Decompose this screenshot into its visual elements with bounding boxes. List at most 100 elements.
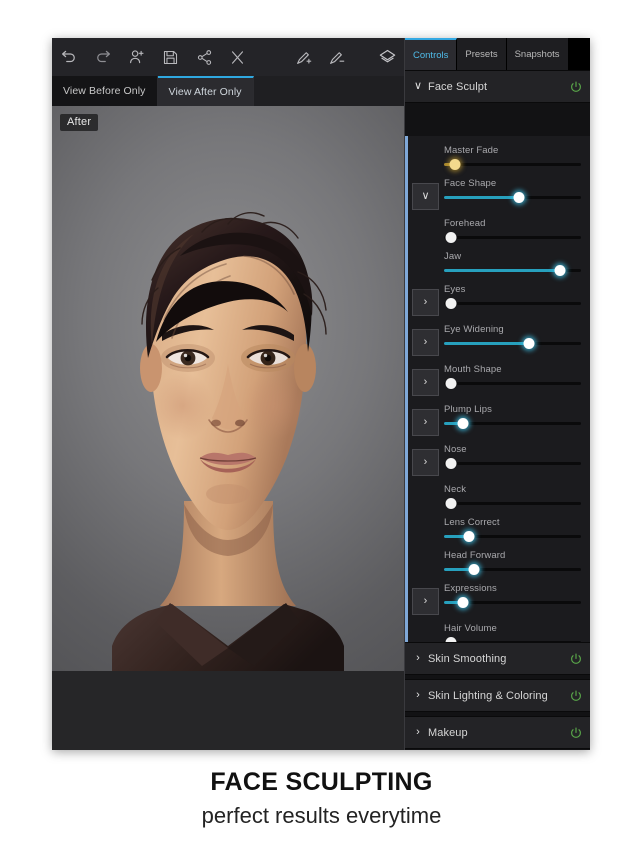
chevron-right-icon-8[interactable]: › [412,449,439,476]
control-row-face-shape: ∨ Face Shape [408,173,590,213]
layers-button[interactable] [370,40,404,74]
control-body: Mouth Shape [444,364,583,389]
chevron-down-icon-1[interactable]: ∨ [412,183,439,210]
control-label: Plump Lips [444,404,492,415]
tab-presets[interactable]: Presets [457,38,507,70]
slider-knob[interactable] [513,192,525,203]
slider-eyes[interactable] [444,298,581,309]
slider-knob[interactable] [445,298,457,309]
control-label: Neck [444,484,467,495]
power-toggle-skin-smoothing[interactable] [569,652,583,666]
control-row-mouth-shape: › Mouth Shape [408,359,590,399]
tab-view-before-only[interactable]: View Before Only [52,76,158,106]
slider-mouth-shape[interactable] [444,378,581,389]
control-row-lens-correct: Lens Correct [408,512,590,545]
slider-knob[interactable] [445,378,457,389]
control-label: Eye Widening [444,324,504,335]
tab-view-after-only[interactable]: View After Only [157,76,254,106]
add-person-button[interactable] [120,40,154,74]
undo-button[interactable] [52,40,86,74]
slider-fill [444,342,529,345]
section-header-face-sculpt[interactable]: ∨ Face Sculpt [405,70,590,103]
slider-knob[interactable] [554,265,566,276]
slider-knob[interactable] [523,338,535,349]
chevron-right-icon-5[interactable]: › [412,329,439,356]
chevron-right-icon: › [416,689,420,701]
slider-plump-lips[interactable] [444,418,581,429]
section-skin-smoothing[interactable]: › Skin Smoothing [405,642,590,675]
slider-knob[interactable] [457,418,469,429]
power-toggle-face-sculpt[interactable] [569,80,583,94]
chevron-right-icon: › [416,652,420,664]
editor-column: View Before Only View After Only After [52,38,404,750]
tab-presets-label: Presets [465,48,498,60]
control-body: Lens Correct [444,517,583,542]
slider-knob[interactable] [468,564,480,575]
share-button[interactable] [187,40,221,74]
redo-icon [96,50,110,63]
toolbar [52,38,404,76]
slider-master-fade[interactable] [444,159,581,170]
undo-icon [61,50,75,63]
view-tabs: View Before Only View After Only [52,76,404,106]
control-label: Mouth Shape [444,364,502,375]
brush-erase-button[interactable] [321,40,355,74]
control-label: Hair Volume [444,623,497,634]
slider-head-forward[interactable] [444,564,581,575]
chevron-right-icon-6[interactable]: › [412,369,439,396]
chevron-right-icon-12[interactable]: › [412,588,439,615]
save-icon [163,50,177,64]
tab-controls[interactable]: Controls [405,38,458,70]
slider-knob[interactable] [445,458,457,469]
control-label: Lens Correct [444,517,500,528]
section-header-skin-lighting-coloring[interactable]: › Skin Lighting & Coloring [405,679,590,712]
caption-title: FACE SCULPTING [210,768,433,796]
slider-nose[interactable] [444,458,581,469]
power-toggle-makeup[interactable] [569,726,583,740]
slider-knob[interactable] [449,159,461,170]
section-makeup[interactable]: › Makeup [405,716,590,749]
photo-canvas[interactable]: After [52,106,404,750]
control-row-forehead: Forehead [408,213,590,246]
section-header-skin-smoothing[interactable]: › Skin Smoothing [405,642,590,675]
slider-track [444,163,581,166]
chevron-right-icon-4[interactable]: › [412,289,439,316]
control-body: Nose [444,444,583,469]
tab-view-after-only-label: View After Only [168,86,242,98]
control-label: Forehead [444,218,486,229]
face-sculpt-controls: Master Fade ∨ Face Shape Forehead Jaw › Eyes › E… [405,136,590,671]
control-row-master-fade: Master Fade [408,140,590,173]
slider-neck[interactable] [444,498,581,509]
slider-lens-correct[interactable] [444,531,581,542]
slider-knob[interactable] [445,498,457,509]
cut-button[interactable] [221,40,255,74]
slider-forehead[interactable] [444,232,581,243]
slider-fill [444,269,561,272]
control-row-eyes: › Eyes [408,279,590,319]
control-row-jaw: Jaw [408,246,590,279]
control-row-plump-lips: › Plump Lips [408,399,590,439]
slider-knob[interactable] [445,232,457,243]
control-body: Master Fade [444,145,583,170]
slider-knob[interactable] [457,597,469,608]
redo-button[interactable] [86,40,120,74]
panel-tabs: Controls Presets Snapshots [405,38,590,70]
chevron-right-icon-7[interactable]: › [412,409,439,436]
slider-track [444,502,581,505]
section-header-makeup[interactable]: › Makeup [405,716,590,749]
save-button[interactable] [153,40,187,74]
tab-snapshots[interactable]: Snapshots [506,38,569,70]
control-row-eye-widening: › Eye Widening [408,319,590,359]
slider-jaw[interactable] [444,265,581,276]
slider-knob[interactable] [463,531,475,542]
control-body: Neck [444,484,583,509]
power-toggle-skin-lighting-coloring[interactable] [569,689,583,703]
slider-eye-widening[interactable] [444,338,581,349]
control-body: Expressions [444,583,583,608]
section-skin-lighting-coloring[interactable]: › Skin Lighting & Coloring [405,679,590,712]
slider-face-shape[interactable] [444,192,581,203]
section-title-skin-smoothing: Skin Smoothing [428,652,507,665]
caption-subtitle: perfect results everytime [201,803,442,828]
brush-add-button[interactable] [287,40,321,74]
slider-expressions[interactable] [444,597,581,608]
